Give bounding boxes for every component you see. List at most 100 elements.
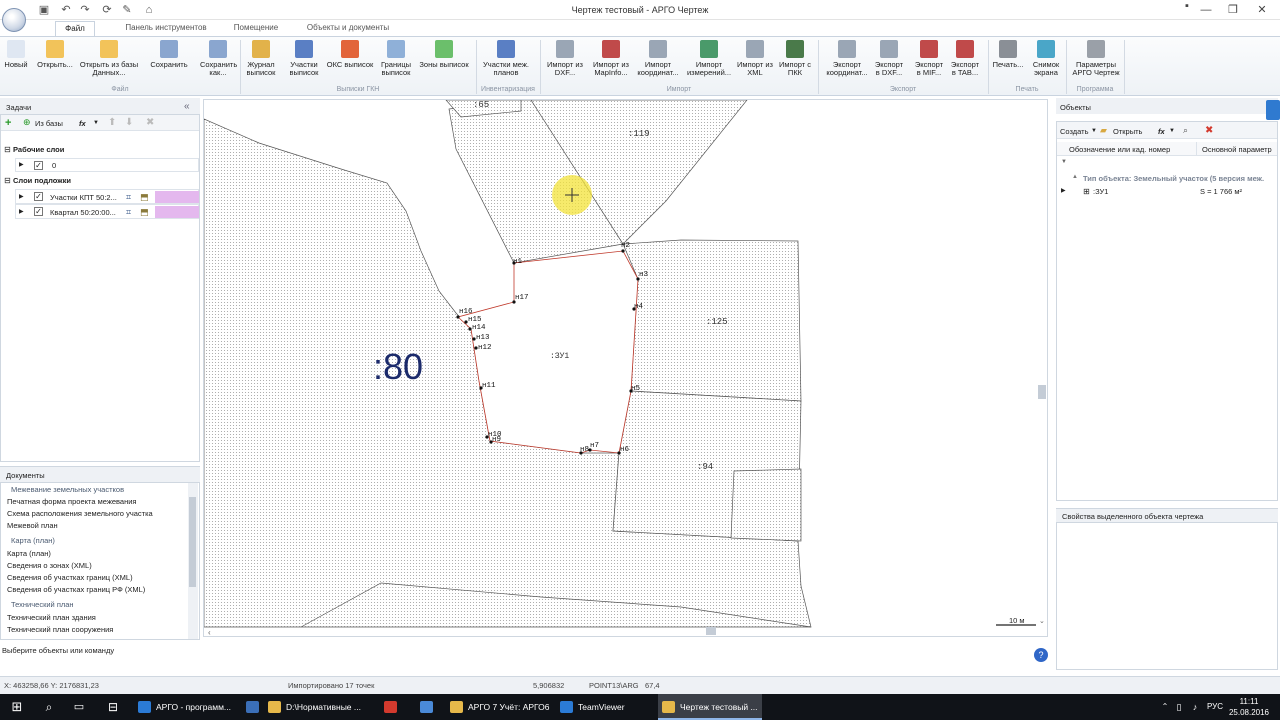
ribbon-button[interactable]: Экспорт в MIF... xyxy=(912,40,946,77)
ribbon-button[interactable]: Импорт с ПКК xyxy=(778,40,812,77)
collapse-icon[interactable]: « xyxy=(184,101,190,112)
canvas-vscroll-thumb[interactable] xyxy=(1038,385,1046,399)
app-menu-button[interactable] xyxy=(2,8,26,32)
expand-icon[interactable]: ▶ xyxy=(19,208,24,215)
expand-icon[interactable]: ▲ xyxy=(1072,174,1078,180)
taskbar-item[interactable]: Чертеж тестовый ... xyxy=(658,694,762,720)
taskbar-item[interactable]: АРГО - программ... xyxy=(134,694,238,720)
layer-color-swatch[interactable] xyxy=(155,191,199,203)
delete-icon[interactable]: ✖ xyxy=(1205,125,1213,136)
tray-up-icon[interactable]: ⌃ xyxy=(1158,694,1172,720)
taskbar-item[interactable]: D:\Нормативные ... xyxy=(264,694,372,720)
doc-item[interactable]: Карта (план) xyxy=(7,549,51,558)
tab-toolbar[interactable]: Панель инструментов xyxy=(120,23,212,36)
doc-group-header[interactable]: Карта (план) xyxy=(11,536,55,545)
base-layers-group[interactable]: ⊟ Слои подложки xyxy=(1,174,199,188)
work-layer-row[interactable]: ▶ ✓ 0 xyxy=(15,158,199,172)
from-db-button[interactable]: Из базы xyxy=(35,119,63,128)
folder-icon[interactable]: ▰ xyxy=(1100,125,1107,136)
expand-icon[interactable]: ▶ xyxy=(19,161,24,168)
side-tab-icon[interactable] xyxy=(1266,100,1280,120)
find-icon[interactable]: ⌕ xyxy=(1183,125,1188,136)
drawing-canvas[interactable]: :65 :119 :125 :94 :ЗУ1 :80 н1 н2 н3 н4 н5 н6… xyxy=(203,99,1048,637)
doc-group-header[interactable]: Технический план xyxy=(11,600,74,609)
ribbon-button[interactable]: Сохранить как... xyxy=(200,40,237,77)
doc-item[interactable]: Технический план здания xyxy=(7,613,96,622)
ribbon-button[interactable]: Журнал выписок xyxy=(246,40,276,77)
object-group-row[interactable]: ▲ Тип объекта: Земельный участок (5 верс… xyxy=(1057,173,1277,185)
collapse-minus-icon[interactable]: ⊟ xyxy=(4,176,11,185)
doc-item[interactable]: Сведения о зонах (XML) xyxy=(7,561,92,570)
network-icon[interactable]: ▯ xyxy=(1172,694,1186,720)
ribbon-button[interactable]: ОКС выписок xyxy=(326,40,374,69)
formula-button[interactable]: fx xyxy=(79,119,86,128)
ribbon-button[interactable]: Участки выписок xyxy=(286,40,322,77)
ribbon-button[interactable]: Импорт из XML xyxy=(736,40,774,77)
documents-scrollbar[interactable] xyxy=(188,483,198,639)
binoculars-icon[interactable]: ⌗ xyxy=(126,207,131,218)
help-icon[interactable]: ? xyxy=(1034,648,1048,662)
ribbon-button[interactable]: Экспорт в DXF... xyxy=(872,40,906,77)
ribbon-button[interactable]: Участки меж. планов xyxy=(482,40,530,77)
move-up-icon[interactable]: ⬆ xyxy=(108,117,116,128)
doc-group-header[interactable]: Межевание земельных участков xyxy=(11,485,124,494)
clock[interactable]: 11:11 25.08.2016 xyxy=(1226,696,1272,718)
expand-icon[interactable]: ▶ xyxy=(19,193,24,200)
map-drawing[interactable]: :65 :119 :125 :94 :ЗУ1 :80 н1 н2 н3 н4 н5 н6… xyxy=(204,100,1048,637)
close-button[interactable]: ✕ xyxy=(1251,2,1273,18)
formula-button[interactable]: fx xyxy=(1158,127,1165,136)
ribbon-button[interactable]: Новый xyxy=(4,40,28,69)
windows-start-icon[interactable]: ⊞ xyxy=(0,694,34,720)
language-indicator[interactable]: РУС xyxy=(1204,694,1226,720)
doc-item[interactable]: Схема расположения земельного участка xyxy=(7,509,153,518)
chevron-down-icon[interactable]: ▼ xyxy=(1169,128,1175,134)
layer-checkbox[interactable]: ✓ xyxy=(34,161,43,170)
from-db-icon[interactable]: ⊕ xyxy=(23,117,31,128)
canvas-hscroll-thumb[interactable] xyxy=(706,627,716,635)
add-layer-icon[interactable]: + xyxy=(5,117,11,129)
maximize-button[interactable]: ❐ xyxy=(1222,2,1244,18)
volume-icon[interactable]: ♪ xyxy=(1188,694,1202,720)
doc-item[interactable]: Сведения об участках границ (XML) xyxy=(7,573,133,582)
taskbar-item[interactable] xyxy=(380,694,412,720)
tab-objects-documents[interactable]: Объекты и документы xyxy=(300,23,396,36)
ribbon-button[interactable]: Сохранить xyxy=(148,40,190,69)
base-layer-row[interactable]: ▶ ✓ Квартал 50:20:00... ⌗ ⬒ xyxy=(15,204,199,219)
sub-parcel[interactable] xyxy=(730,468,802,542)
minimize-button[interactable]: — xyxy=(1195,2,1217,18)
style-icon[interactable]: ⬒ xyxy=(140,207,149,218)
expand-icon[interactable]: ▶ xyxy=(1061,187,1066,194)
collapse-minus-icon[interactable]: ⊟ xyxy=(4,145,11,154)
store-icon[interactable]: ⊟ xyxy=(100,694,126,720)
layer-checkbox[interactable]: ✓ xyxy=(34,207,43,216)
object-row[interactable]: ▶ ⊞ :ЗУ1 S = 1 766 м² xyxy=(1057,186,1277,198)
ribbon-button[interactable]: Экспорт координат... xyxy=(826,40,868,77)
ribbon-button[interactable]: Экспорт в TAB... xyxy=(948,40,982,77)
doc-item[interactable]: Технический план сооружения xyxy=(7,625,113,634)
ribbon-button[interactable]: Границы выписок xyxy=(378,40,414,77)
style-icon[interactable]: ⬒ xyxy=(140,192,149,203)
scrollbar-thumb[interactable] xyxy=(189,497,196,587)
layer-color-swatch[interactable] xyxy=(155,206,199,218)
layer-checkbox[interactable]: ✓ xyxy=(34,192,43,201)
ribbon-button[interactable]: Зоны выписок xyxy=(418,40,470,69)
doc-item[interactable]: Сведения об участках границ РФ (XML) xyxy=(7,585,145,594)
ribbon-button[interactable]: Печать... xyxy=(992,40,1024,69)
binoculars-icon[interactable]: ⌗ xyxy=(126,192,131,203)
tab-file[interactable]: Файл xyxy=(55,21,95,36)
scroll-left-icon[interactable]: ‹ xyxy=(208,628,211,636)
doc-item[interactable]: Межевой план xyxy=(7,521,58,530)
work-layers-group[interactable]: ⊟ Рабочие слои xyxy=(1,143,199,157)
doc-item[interactable]: Печатная форма проекта межевания xyxy=(7,497,137,506)
filter-icon[interactable]: ▼ xyxy=(1061,159,1067,165)
ribbon-button[interactable]: Импорт координат... xyxy=(634,40,682,77)
ribbon-button[interactable]: Открыть... xyxy=(36,40,74,69)
parcel-119[interactable] xyxy=(448,100,748,264)
ribbon-button[interactable]: Импорт из DXF... xyxy=(546,40,584,77)
search-icon[interactable]: ⌕ xyxy=(36,694,62,720)
ribbon-button[interactable]: Снимок экрана xyxy=(1030,40,1062,77)
taskbar-item[interactable] xyxy=(416,694,442,720)
tab-room[interactable]: Помещение xyxy=(228,23,284,36)
ribbon-button[interactable]: Импорт измерений... xyxy=(684,40,734,77)
chevron-down-icon[interactable]: ▼ xyxy=(1091,128,1097,134)
